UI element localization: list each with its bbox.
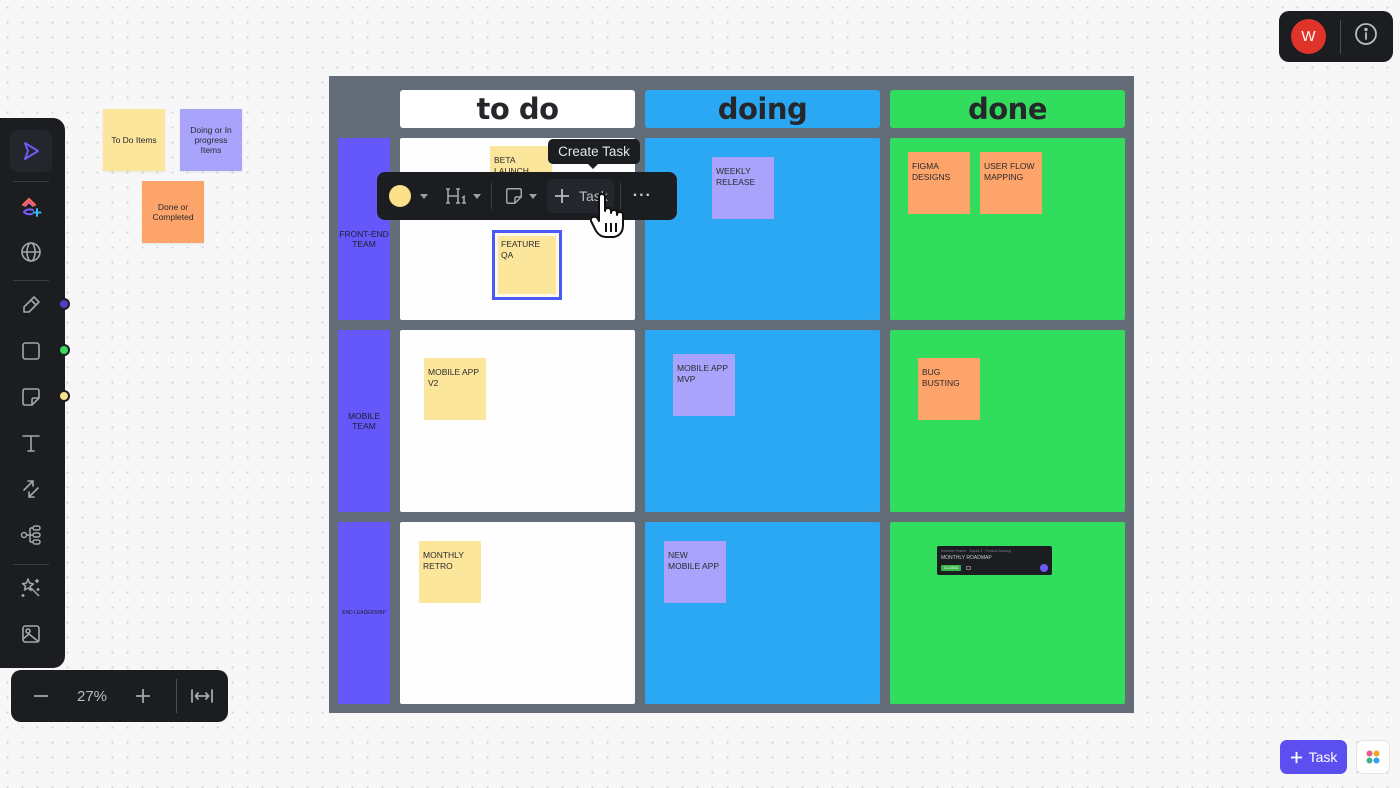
toolbar-divider	[491, 183, 492, 209]
image-tool[interactable]	[10, 613, 52, 655]
legend-sticky-doing[interactable]: Doing or In progress Items	[180, 109, 242, 171]
globe-icon	[21, 242, 41, 262]
text-icon	[22, 435, 40, 452]
zoom-divider	[176, 679, 177, 713]
toolbar-divider	[13, 564, 49, 565]
pen-color-dot[interactable]	[58, 298, 70, 310]
legend-label: To Do Items	[111, 135, 157, 145]
text-tool[interactable]	[10, 422, 52, 464]
column-header-doing[interactable]: doing	[645, 90, 880, 128]
row-label: FRONT-END TEAM	[339, 229, 389, 249]
sticky-bug-busting[interactable]: BUG BUSTING	[918, 358, 980, 420]
apps-button[interactable]	[1356, 740, 1390, 774]
chevron-down-icon	[529, 193, 537, 199]
zoom-in-button[interactable]	[122, 675, 164, 717]
task-card-breadcrumb: Software Teams · Squad 1 · Product Backl…	[941, 549, 1011, 553]
cursor-pointer-icon	[24, 142, 39, 160]
mind-map-tool[interactable]	[10, 514, 52, 556]
more-options-button[interactable]: ···	[633, 187, 652, 205]
row-header-mobile[interactable]: MOBILE TEAM	[338, 330, 390, 512]
task-card-monthly-roadmap[interactable]: Software Teams · Squad 1 · Product Backl…	[937, 546, 1052, 575]
sticky-figma-designs[interactable]: FIGMA DESIGNS	[908, 152, 970, 214]
square-icon	[22, 342, 40, 360]
heading-style-button[interactable]	[446, 186, 481, 206]
flag-icon	[966, 566, 972, 570]
fit-width-icon	[191, 689, 213, 703]
hand-cursor-icon	[590, 193, 624, 238]
ai-magic-tool[interactable]	[10, 567, 52, 609]
zoom-control: 27%	[11, 670, 228, 722]
row-label: MOBILE TEAM	[347, 411, 381, 431]
magic-wand-icon	[21, 578, 40, 597]
pen-tool[interactable]	[10, 284, 52, 326]
heading-icon	[446, 188, 466, 204]
row-label: END LEADERSHIP	[342, 610, 386, 616]
row-header-front-end[interactable]: FRONT-END TEAM	[338, 138, 390, 320]
plus-icon	[555, 189, 569, 203]
zoom-level[interactable]: 27%	[62, 688, 122, 705]
row-header-leadership[interactable]: END LEADERSHIP	[338, 522, 390, 704]
pen-icon	[23, 296, 40, 313]
color-swatch	[389, 185, 411, 207]
connector-tool[interactable]	[10, 468, 52, 510]
sticky-context-toolbar: Task ···	[377, 172, 677, 220]
top-right-controls: W	[1279, 11, 1393, 62]
sticky-color-dot[interactable]	[58, 390, 70, 402]
assignee-avatar	[1040, 564, 1048, 572]
mind-map-icon	[20, 525, 41, 545]
sticky-monthly-retro[interactable]: MONTHLY RETRO	[419, 541, 481, 603]
plus-icon	[136, 689, 150, 703]
clickup-tool[interactable]	[10, 186, 52, 228]
divider	[1340, 19, 1341, 54]
task-card-title: MONTHLY ROADMAP	[941, 555, 992, 561]
chevron-down-icon	[473, 193, 481, 199]
clickup-add-icon	[21, 197, 42, 217]
legend-label: Doing or In progress Items	[190, 125, 232, 155]
sticky-mobile-app-mvp[interactable]: MOBILE APP MVP	[673, 354, 735, 416]
sticky-user-flow-mapping[interactable]: USER FLOW MAPPING	[980, 152, 1042, 214]
sticky-weekly-release[interactable]: WEEKLY RELEASE	[712, 157, 774, 219]
task-card-status: CLOSED	[941, 565, 962, 571]
create-task-tooltip: Create Task	[548, 139, 640, 169]
sticky-note-tool[interactable]	[10, 376, 52, 418]
sticky-shape-button[interactable]	[504, 186, 537, 206]
sticky-feature-qa[interactable]: FEATURE QA	[492, 230, 562, 300]
sticky-mobile-app-v2[interactable]: MOBILE APP V2	[424, 358, 486, 420]
user-avatar[interactable]: W	[1291, 19, 1326, 54]
add-task-label: Task	[1308, 749, 1338, 765]
legend-sticky-done[interactable]: Done or Completed	[142, 181, 204, 243]
fit-to-screen-button[interactable]	[181, 675, 223, 717]
chevron-down-icon	[420, 193, 428, 199]
left-toolbar	[0, 118, 65, 668]
legend-label: Done or Completed	[152, 202, 194, 222]
shape-tool[interactable]	[10, 330, 52, 372]
color-picker-button[interactable]	[389, 185, 428, 207]
info-icon	[1355, 23, 1377, 45]
plus-icon	[1290, 751, 1302, 763]
embed-tool[interactable]	[10, 231, 52, 273]
sticky-new-mobile-app[interactable]: NEW MOBILE APP	[664, 541, 726, 603]
info-button[interactable]	[1354, 22, 1378, 51]
minus-icon	[34, 695, 48, 697]
sticky-note-icon	[22, 388, 40, 406]
legend-sticky-todo[interactable]: To Do Items	[103, 109, 165, 171]
toolbar-divider	[13, 280, 49, 281]
add-task-button[interactable]: Task	[1280, 740, 1347, 774]
apps-grid-icon	[1366, 750, 1380, 764]
shape-color-dot[interactable]	[58, 344, 70, 356]
select-tool[interactable]	[10, 130, 52, 172]
connector-arrows-icon	[23, 480, 39, 498]
toolbar-divider	[13, 181, 49, 182]
zoom-out-button[interactable]	[20, 675, 62, 717]
image-icon	[22, 625, 40, 643]
column-header-done[interactable]: done	[890, 90, 1125, 128]
column-header-todo[interactable]: to do	[400, 90, 635, 128]
sticky-note-icon	[506, 188, 522, 204]
